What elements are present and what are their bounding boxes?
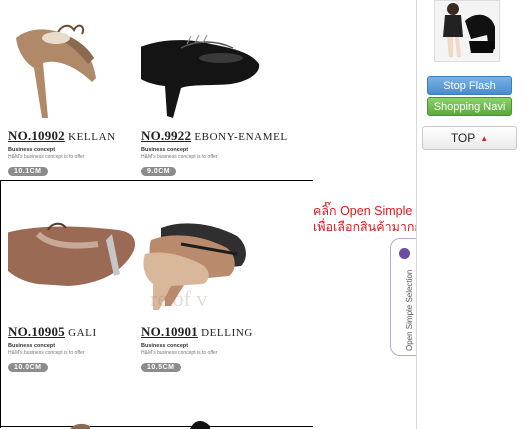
product-title[interactable]: NO.10901 DELLING	[141, 324, 271, 340]
product-concept: Business concept	[141, 343, 189, 349]
partial-product-image	[70, 420, 210, 429]
product-name[interactable]: DELLING	[201, 327, 253, 339]
product-card[interactable]: NO.10905 GALI Business concept H&M's bus…	[2, 214, 138, 374]
product-title[interactable]: NO.10905 GALI	[8, 324, 138, 340]
product-grid: NO.10902 KELLAN Business concept H&M's b…	[0, 0, 474, 429]
product-concept: Business concept	[8, 343, 56, 349]
product-image[interactable]	[123, 18, 271, 128]
product-code[interactable]: NO.10905	[8, 324, 65, 339]
product-description: H&M's business concept is to offer	[141, 154, 218, 160]
frame-border-top	[0, 180, 313, 181]
product-title[interactable]: NO.10902 KELLAN	[8, 128, 138, 144]
product-name[interactable]: KELLAN	[68, 131, 116, 143]
top-label: TOP	[450, 131, 476, 145]
selection-dot-icon	[399, 248, 410, 259]
selection-tab-label: Open Simple Selection	[405, 269, 414, 351]
arrow-up-icon: ▲	[480, 134, 489, 143]
product-title[interactable]: NO.9922 EBONY-ENAMEL	[141, 128, 287, 144]
product-code[interactable]: NO.10901	[141, 324, 198, 339]
product-code[interactable]: NO.9922	[141, 128, 191, 143]
product-concept: Business concept	[8, 147, 56, 153]
product-card[interactable]: NO.10902 KELLAN Business concept H&M's b…	[8, 18, 138, 178]
stop-flash-button[interactable]: Stop Flash	[427, 76, 512, 95]
product-description: H&M's business concept is to offer	[8, 350, 85, 356]
product-image[interactable]	[2, 214, 138, 324]
product-name[interactable]: GALI	[68, 327, 97, 339]
heel-size-badge: 10.1CM	[8, 167, 48, 176]
product-name[interactable]: EBONY-ENAMEL	[194, 131, 287, 143]
heel-size-badge: 10.5CM	[141, 363, 181, 372]
watermark-text: re of v	[150, 286, 208, 311]
open-simple-selection-tab[interactable]: Open Simple Selection	[390, 238, 418, 356]
shopping-navi-button[interactable]: Shopping Navi	[427, 97, 512, 116]
frame-border-left	[0, 180, 1, 428]
product-concept: Business concept	[141, 147, 189, 153]
heel-size-badge: 9.0CM	[141, 167, 177, 176]
heel-size-badge: 10.0CM	[8, 363, 48, 372]
product-description: H&M's business concept is to offer	[141, 350, 218, 356]
featured-thumbnail[interactable]	[434, 0, 500, 62]
right-sidebar	[416, 0, 528, 429]
product-image[interactable]	[8, 18, 138, 128]
back-to-top-button[interactable]: TOP ▲	[422, 126, 517, 150]
product-code[interactable]: NO.10902	[8, 128, 65, 143]
product-card[interactable]: NO.9922 EBONY-ENAMEL Business concept H&…	[123, 18, 287, 178]
product-description: H&M's business concept is to offer	[8, 154, 85, 160]
